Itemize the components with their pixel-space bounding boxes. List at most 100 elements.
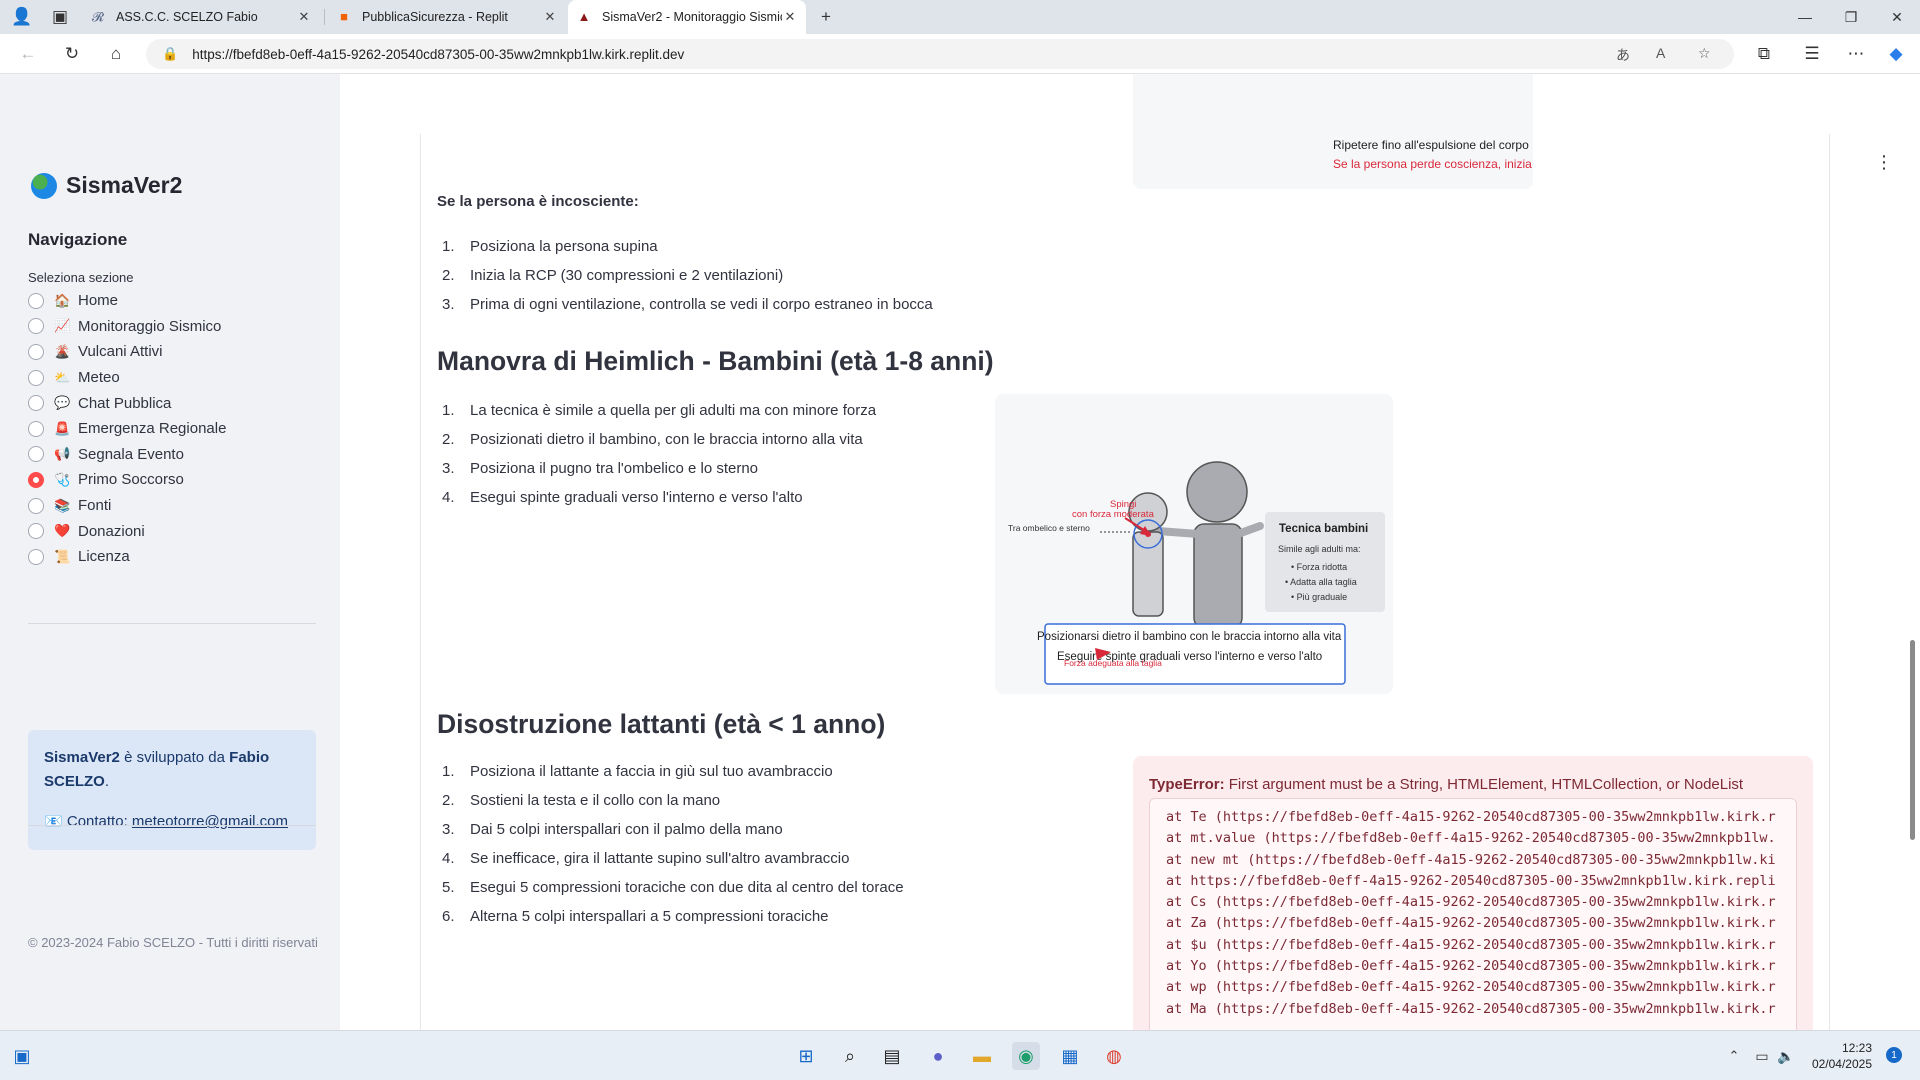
step-number: 3. bbox=[442, 296, 455, 313]
error-stack-trace[interactable]: at Te (https://fbefd8eb-0eff-4a15-9262-2… bbox=[1149, 798, 1797, 1030]
error-box: TypeError: First argument must be a Stri… bbox=[1133, 756, 1813, 1030]
restore-icon[interactable]: ❐ bbox=[1828, 0, 1874, 34]
radio-button-icon[interactable] bbox=[28, 343, 44, 360]
radio-button-icon[interactable] bbox=[28, 395, 44, 412]
column-border bbox=[1829, 134, 1830, 1030]
minimize-icon[interactable]: — bbox=[1782, 0, 1828, 34]
radio-item-meteo[interactable]: ⛅ Meteo bbox=[28, 365, 226, 391]
window-close-icon[interactable]: ✕ bbox=[1874, 0, 1920, 34]
close-icon[interactable]: ✕ bbox=[296, 9, 312, 25]
radio-button-icon[interactable] bbox=[28, 471, 44, 488]
technique-item: • Più graduale bbox=[1291, 592, 1347, 602]
replit-icon: ■ bbox=[340, 9, 348, 24]
stack-trace-line: at Te (https://fbefd8eb-0eff-4a15-9262-2… bbox=[1166, 809, 1776, 825]
extensions-icon[interactable]: ⧉ bbox=[1750, 42, 1778, 66]
radio-item-home[interactable]: 🏠 Home bbox=[28, 288, 226, 314]
radio-label[interactable]: Primo Soccorso bbox=[78, 471, 184, 488]
file-explorer-icon[interactable]: ▬ bbox=[968, 1042, 996, 1070]
app-title-text: SismaVer2 bbox=[66, 172, 183, 198]
task-view-icon[interactable]: ▤ bbox=[878, 1042, 906, 1070]
new-tab-icon[interactable]: + bbox=[812, 5, 840, 29]
radio-button-icon[interactable] bbox=[28, 497, 44, 514]
radio-button-icon[interactable] bbox=[28, 292, 44, 309]
radio-label[interactable]: Segnala Evento bbox=[78, 446, 184, 463]
url-field[interactable]: 🔒 https://fbefd8eb-0eff-4a15-9262-20540c… bbox=[146, 39, 1734, 69]
step-item: 5. Esegui 5 compressioni toraciche con du… bbox=[442, 873, 904, 902]
tab-2[interactable]: ■ PubblicaSicurezza - Replit ✕ bbox=[328, 0, 566, 34]
edge-icon[interactable]: ◉ bbox=[1012, 1042, 1040, 1070]
radio-item-monitoraggio-sismico[interactable]: 📈 Monitoraggio Sismico bbox=[28, 314, 226, 340]
read-aloud-icon[interactable]: A bbox=[1656, 45, 1665, 61]
main-content: ⋮ Ripetere fino all'espulsione del corpo… bbox=[340, 74, 1906, 1030]
favorite-star-icon[interactable]: ☆ bbox=[1698, 45, 1711, 62]
favorites-icon[interactable]: ☰ bbox=[1798, 42, 1826, 66]
section-radio-group: 🏠 Home 📈 Monitoraggio Sismico 🌋 Vulcani Attiv… bbox=[28, 288, 226, 570]
radio-label[interactable]: Monitoraggio Sismico bbox=[78, 318, 221, 335]
radio-label[interactable]: Emergenza Regionale bbox=[78, 420, 226, 437]
radio-label[interactable]: Meteo bbox=[78, 369, 120, 386]
radio-button-icon[interactable] bbox=[28, 369, 44, 386]
technique-title: Tecnica bambini bbox=[1279, 523, 1368, 535]
step-item: 1. La tecnica è simile a quella per gli a… bbox=[442, 396, 876, 425]
tab-1[interactable]: 𝓡 ASS.C.C. SCELZO Fabio ✕ bbox=[82, 0, 320, 34]
stack-trace-line: at Yo (https://fbefd8eb-0eff-4a15-9262-2… bbox=[1166, 958, 1776, 975]
chrome-icon[interactable]: ◍ bbox=[1100, 1042, 1128, 1070]
step-item: 3. Prima di ogni ventilazione, controlla … bbox=[442, 290, 933, 319]
start-icon[interactable]: ⊞ bbox=[792, 1042, 820, 1070]
store-icon[interactable]: ▦ bbox=[1056, 1042, 1084, 1070]
home-icon[interactable]: ⌂ bbox=[102, 42, 130, 66]
notification-badge[interactable]: 1 bbox=[1886, 1047, 1902, 1063]
page-scrollbar[interactable] bbox=[1910, 640, 1915, 840]
radio-item-vulcani-attivi[interactable]: 🌋 Vulcani Attivi bbox=[28, 339, 226, 365]
radio-button-icon[interactable] bbox=[28, 523, 44, 540]
search-icon[interactable]: ⌕ bbox=[836, 1042, 864, 1070]
translate-icon[interactable]: あ bbox=[1616, 45, 1630, 65]
contact-email-link[interactable]: meteotorre@gmail.com bbox=[132, 813, 288, 830]
close-icon[interactable]: ✕ bbox=[542, 9, 558, 25]
address-bar: ← ↻ ⌂ 🔒 https://fbefd8eb-0eff-4a15-9262-… bbox=[0, 34, 1920, 74]
url-text[interactable]: https://fbefd8eb-0eff-4a15-9262-20540cd8… bbox=[192, 47, 684, 62]
radio-button-icon[interactable] bbox=[28, 446, 44, 463]
back-icon[interactable]: ← bbox=[14, 42, 42, 66]
clock[interactable]: 12:23 02/04/2025 bbox=[1812, 1040, 1872, 1072]
error-message: First argument must be a String, HTMLEle… bbox=[1228, 776, 1744, 793]
tab-actions-icon[interactable]: ▣ bbox=[46, 5, 74, 29]
windows-taskbar: ▣ ⊞ ⌕ ▤ ● ▬ ◉ ▦ ◍ ⌃ ▭ 🔈 12:23 02/04/2025… bbox=[0, 1030, 1920, 1080]
radio-item-donazioni[interactable]: ❤️ Donazioni bbox=[28, 518, 226, 544]
radio-button-icon[interactable] bbox=[28, 548, 44, 565]
radio-label[interactable]: Chat Pubblica bbox=[78, 395, 171, 412]
step-text: Dai 5 colpi interspallari con il palmo d… bbox=[470, 821, 783, 838]
infants-steps: 1. Posiziona il lattante a faccia in giù … bbox=[442, 757, 904, 931]
mail-icon: 📧 bbox=[44, 813, 63, 830]
radio-label[interactable]: Donazioni bbox=[78, 523, 145, 540]
radio-item-segnala-evento[interactable]: 📢 Segnala Evento bbox=[28, 442, 226, 468]
radio-item-chat-pubblica[interactable]: 💬 Chat Pubblica bbox=[28, 390, 226, 416]
radio-item-licenza[interactable]: 📜 Licenza bbox=[28, 544, 226, 570]
chevron-up-icon[interactable]: ⌃ bbox=[1720, 1042, 1748, 1070]
menu-dots-icon[interactable]: ⋯ bbox=[1842, 42, 1870, 66]
radio-button-icon[interactable] bbox=[28, 318, 44, 335]
radio-label[interactable]: Licenza bbox=[78, 548, 130, 565]
copilot-icon[interactable]: ◆ bbox=[1882, 42, 1910, 66]
widgets-icon[interactable]: ▣ bbox=[8, 1042, 36, 1070]
clock-date: 02/04/2025 bbox=[1811, 1057, 1872, 1071]
radio-button-icon[interactable] bbox=[28, 420, 44, 437]
step-number: 1. bbox=[442, 402, 455, 419]
section-emoji-icon: 🩺 bbox=[54, 471, 71, 487]
teams-icon[interactable]: ● bbox=[924, 1042, 952, 1070]
app-menu-icon[interactable]: ⋮ bbox=[1875, 152, 1893, 173]
radio-label[interactable]: Home bbox=[78, 292, 118, 309]
tab-3[interactable]: ▲ SismaVer2 - Monitoraggio Sismico ✕ bbox=[568, 0, 806, 34]
radio-item-primo-soccorso[interactable]: 🩺 Primo Soccorso bbox=[28, 467, 226, 493]
radio-item-emergenza-regionale[interactable]: 🚨 Emergenza Regionale bbox=[28, 416, 226, 442]
refresh-icon[interactable]: ↻ bbox=[58, 42, 86, 66]
radio-label[interactable]: Fonti bbox=[78, 497, 111, 514]
lock-icon[interactable]: 🔒 bbox=[162, 46, 178, 62]
close-icon[interactable]: ✕ bbox=[782, 9, 798, 25]
radio-label[interactable]: Vulcani Attivi bbox=[78, 343, 163, 360]
section-emoji-icon: 📜 bbox=[54, 548, 71, 564]
radio-item-fonti[interactable]: 📚 Fonti bbox=[28, 493, 226, 519]
volume-icon[interactable]: 🔈 bbox=[1772, 1042, 1800, 1070]
previous-diagram-box: Ripetere fino all'espulsione del corpo S… bbox=[1133, 74, 1533, 189]
profile-icon[interactable]: 👤 bbox=[8, 5, 36, 29]
